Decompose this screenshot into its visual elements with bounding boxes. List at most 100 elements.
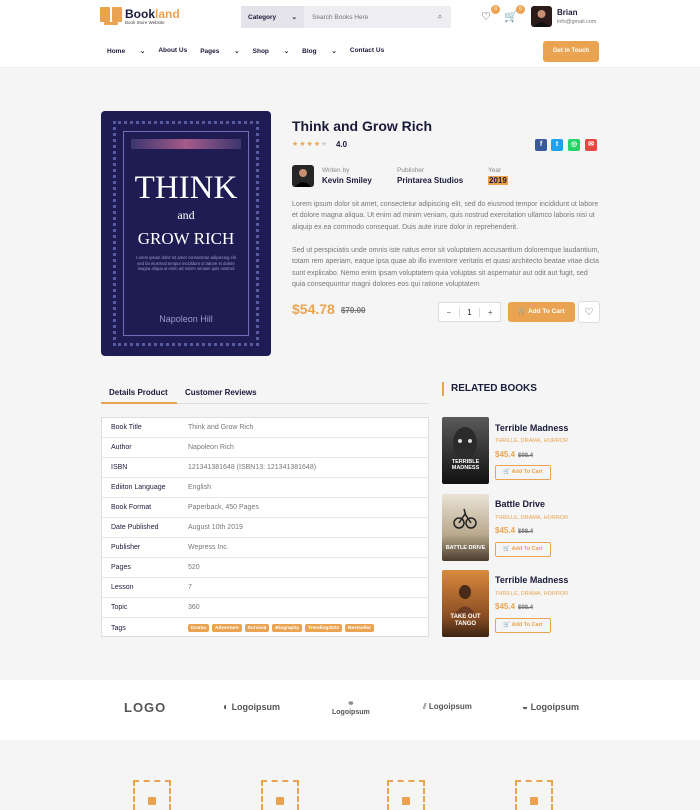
cover-title-line2: and xyxy=(177,208,195,222)
search-input[interactable] xyxy=(304,13,429,21)
writer-avatar xyxy=(292,165,314,187)
related-book-cover[interactable]: TERRIBLE MADNESS xyxy=(442,417,489,484)
related-price: $45.4 $98.4 xyxy=(495,602,534,611)
publisher-label: Publisher xyxy=(397,167,425,174)
table-row: Ediiton Language English xyxy=(102,478,428,498)
heart-icon: ♡ xyxy=(584,307,594,318)
details-table: Book Title Think and Grow Rich Author Napo… xyxy=(101,417,429,637)
tag-badge[interactable]: Bestseller xyxy=(345,624,374,633)
table-row: Book Format Paperback, 450 Pages xyxy=(102,498,428,518)
search-icon[interactable]: ⌕ xyxy=(429,12,451,22)
tag-badge[interactable]: Trending2022 xyxy=(305,624,343,633)
cart-count-badge: 0 xyxy=(516,5,525,14)
quantity-stepper: − 1 + xyxy=(438,302,501,322)
related-add-to-cart-button[interactable]: 🛒 Add To Cart xyxy=(495,618,551,633)
table-row: Author Napoleon Rich xyxy=(102,438,428,458)
nav-home[interactable]: Home ⌄ xyxy=(107,47,145,55)
table-row: ISBN 121341381648 (ISBN13: 121341381648) xyxy=(102,458,428,478)
nav-blog[interactable]: Blog ⌄ xyxy=(302,47,337,55)
old-price: $70.00 xyxy=(341,306,366,315)
year-value: 2019 xyxy=(488,176,508,185)
cart-icon[interactable]: 🛒 0 xyxy=(503,5,525,26)
table-row: Publisher Wepress Inc. xyxy=(102,538,428,558)
nav-contact[interactable]: Contact Us xyxy=(350,47,384,55)
feature-icon xyxy=(261,780,299,810)
description-para-1: Lorem ipsum dolor sit amet, consectetur … xyxy=(292,201,599,231)
cart-icon: 🛒 xyxy=(518,308,527,315)
partner-logo[interactable]: ◒ Logoipsum xyxy=(522,702,579,713)
related-title[interactable]: Terrible Madness xyxy=(495,575,568,585)
nav-pages[interactable]: Pages ⌄ xyxy=(200,47,239,55)
table-row: Tags Drama Adventure Survival Biography Tren… xyxy=(102,618,428,638)
partner-logo[interactable]: LOGO xyxy=(124,700,166,715)
partner-logo[interactable]: ⚭ Logoipsum xyxy=(332,698,370,716)
email-icon[interactable]: ✉ xyxy=(585,139,597,151)
cover-author: Napoleon Hill xyxy=(159,314,213,324)
book-cover: THINK and GROW RICH Lorem ipsum dolor si… xyxy=(101,111,271,356)
table-row: Book Title Think and Grow Rich xyxy=(102,418,428,438)
table-row: Lesson 7 xyxy=(102,578,428,598)
related-title[interactable]: Battle Drive xyxy=(495,499,545,509)
feature-icon xyxy=(387,780,425,810)
feature-icon xyxy=(515,780,553,810)
tags-list: Drama Adventure Survival Biography Trending2… xyxy=(188,624,377,633)
twitter-icon[interactable]: t xyxy=(551,139,563,151)
related-book-cover[interactable]: BATTLE DRIVE xyxy=(442,494,489,561)
writer-label: Writen by xyxy=(322,167,350,174)
table-row: Pages 520 xyxy=(102,558,428,578)
related-books-heading: RELATED BOOKS xyxy=(442,382,537,396)
search-bar: Category⌄ ⌕ xyxy=(241,6,451,28)
writer-name[interactable]: Kevin Smiley xyxy=(322,176,372,185)
tag-badge[interactable]: Drama xyxy=(188,624,209,633)
tab-customer-reviews[interactable]: Customer Reviews xyxy=(185,384,257,404)
facebook-icon[interactable]: f xyxy=(535,139,547,151)
star-rating-icon: ★★★★★ xyxy=(292,141,329,148)
chevron-down-icon: ⌄ xyxy=(291,14,297,21)
rating-value: 4.0 xyxy=(336,140,348,149)
detail-tabs: Details Product Customer Reviews xyxy=(101,384,429,404)
cover-title-line1: THINK xyxy=(134,170,238,206)
whatsapp-icon[interactable]: ◎ xyxy=(568,139,580,151)
partner-logo[interactable]: ◐ Logoipsum xyxy=(223,702,280,713)
category-select[interactable]: Category ⌄ xyxy=(241,6,304,28)
add-to-cart-button[interactable]: 🛒 Add To Cart xyxy=(508,302,575,322)
avatar[interactable] xyxy=(531,6,552,27)
description-para-2: Sed ut perspiciatis unde omnis iste natu… xyxy=(292,247,600,288)
tab-details-product[interactable]: Details Product xyxy=(101,384,177,404)
tag-badge[interactable]: Survival xyxy=(244,624,270,633)
book-title: Think and Grow Rich xyxy=(292,118,433,134)
tag-badge[interactable]: Biography xyxy=(272,624,303,633)
table-row: Topic 360 xyxy=(102,598,428,618)
user-email: info@gmail.com xyxy=(557,19,597,25)
brand-name: Bookland xyxy=(125,6,180,21)
related-genre: THRILLE, DRAMA, HORROR xyxy=(495,438,569,444)
nav-shop[interactable]: Shop ⌄ xyxy=(253,47,290,55)
related-price: $45.4 $98.4 xyxy=(495,526,534,535)
quantity-value[interactable]: 1 xyxy=(458,307,481,317)
partner-logo[interactable]: ⫽ Logoipsum xyxy=(423,702,472,712)
features-section xyxy=(0,740,700,810)
cover-title-line3: GROW RICH xyxy=(137,229,235,248)
site-logo[interactable]: Bookland Book Store Website xyxy=(100,7,180,25)
price: $54.78 xyxy=(292,301,335,317)
plus-icon[interactable]: + xyxy=(480,308,500,317)
get-in-touch-button[interactable]: Get In Touch xyxy=(543,41,599,62)
feature-icon xyxy=(133,780,171,810)
related-add-to-cart-button[interactable]: 🛒 Add To Cart xyxy=(495,542,551,557)
main-nav: Home ⌄ About Us Pages ⌄ Shop ⌄ Blog ⌄ Co… xyxy=(107,47,397,55)
publisher-name: Printarea Studios xyxy=(397,176,464,185)
minus-icon[interactable]: − xyxy=(439,308,459,317)
wishlist-button[interactable]: ♡ xyxy=(578,301,600,323)
tag-badge[interactable]: Adventure xyxy=(211,624,242,633)
related-add-to-cart-button[interactable]: 🛒 Add To Cart xyxy=(495,465,551,480)
wishlist-icon[interactable]: ♡ 0 xyxy=(478,5,500,26)
nav-about[interactable]: About Us xyxy=(158,47,187,55)
related-price: $45.4 $98.4 xyxy=(495,450,534,459)
related-genre: THRILLE, DRAMA, HORROR xyxy=(495,591,569,597)
table-row: Date Published August 10th 2019 xyxy=(102,518,428,538)
year-label: Year xyxy=(488,167,502,174)
related-book-cover[interactable]: TAKE OUT TANGO xyxy=(442,570,489,637)
user-name[interactable]: Brian xyxy=(557,8,577,17)
book-logo-icon xyxy=(100,7,122,25)
related-title[interactable]: Terrible Madness xyxy=(495,423,568,433)
